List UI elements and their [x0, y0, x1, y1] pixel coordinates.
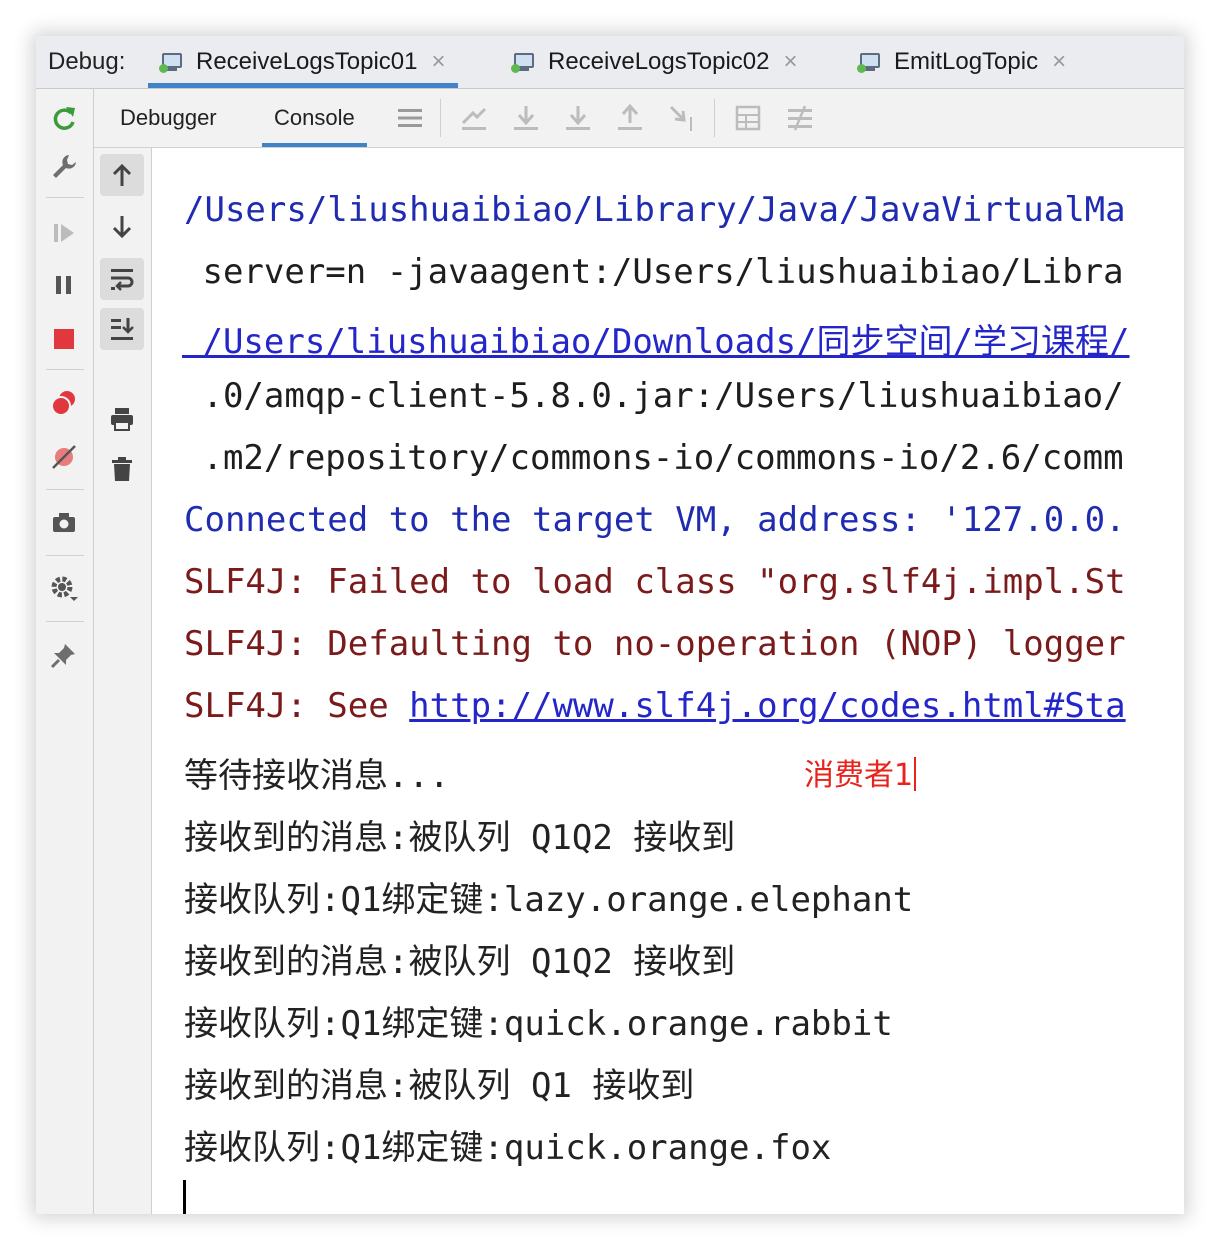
console-output[interactable]: /Users/liushuaibiao/Library/Java/JavaVir… [152, 148, 1184, 1214]
console-toolbar [94, 148, 152, 1214]
debug-label: Debug: [48, 48, 126, 75]
tab-label: ReceiveLogsTopic02 [548, 48, 770, 75]
console-error-line: SLF4J: Failed to load class "org.slf4j.i… [184, 562, 1126, 602]
debug-action-toolbar [36, 89, 94, 1214]
rerun-icon[interactable] [48, 103, 80, 135]
consumer-annotation-text: 消费者1 [804, 758, 914, 793]
scroll-down-icon[interactable] [100, 206, 144, 248]
tab-receivelogstopic01[interactable]: ReceiveLogsTopic01 × [148, 36, 458, 88]
close-icon[interactable]: × [431, 48, 445, 76]
pin-icon[interactable] [48, 639, 80, 671]
mute-breakpoints-icon[interactable] [48, 441, 80, 473]
run-config-icon [511, 51, 538, 73]
tab-console[interactable]: Console [262, 89, 367, 147]
resume-icon[interactable] [48, 217, 80, 249]
console-error-line: SLF4J: Defaulting to no-operation (NOP) … [184, 624, 1126, 664]
console-line: 接收到的消息:被队列 Q1Q2 接收到 [184, 818, 736, 858]
print-icon[interactable] [100, 398, 144, 440]
scroll-up-icon[interactable] [100, 154, 144, 196]
step-into-icon[interactable] [562, 102, 594, 134]
run-config-icon [857, 51, 884, 73]
console-line: .m2/repository/commons-io/commons-io/2.6… [182, 438, 1124, 478]
wrench-icon[interactable] [48, 151, 80, 183]
debug-window: Debug: ReceiveLogsTopic01 × ReceiveLogsT… [36, 36, 1184, 1214]
run-to-cursor-icon[interactable] [666, 102, 698, 134]
soft-wrap-icon[interactable] [100, 258, 144, 300]
pause-icon[interactable] [48, 269, 80, 301]
evaluate-expression-icon[interactable] [732, 102, 764, 134]
classpath-link[interactable]: /Users/liushuaibiao/Downloads/同步空间/学习课程/ [182, 314, 1129, 363]
trash-icon[interactable] [100, 448, 144, 490]
console-line: 接收到的消息:被队列 Q1Q2 接收到 [184, 942, 736, 982]
tab-label: ReceiveLogsTopic01 [196, 48, 418, 75]
debug-subtab-bar: Debugger Console [94, 89, 1184, 148]
console-line: 等待接收消息... [184, 756, 450, 796]
slf4j-see-text: SLF4J: See [184, 686, 410, 726]
console-line: server=n -javaagent:/Users/liushuaibiao/… [182, 252, 1124, 292]
settings-gear-icon[interactable] [48, 573, 80, 605]
step-out-icon[interactable] [614, 102, 646, 134]
show-execution-point-icon[interactable] [458, 102, 490, 134]
console-line: .0/amqp-client-5.8.0.jar:/Users/liushuai… [182, 376, 1124, 416]
consumer-annotation: 消费者1 [804, 750, 917, 794]
view-breakpoints-icon[interactable] [48, 387, 80, 419]
console-line: 接收队列:Q1绑定键:lazy.orange.elephant [184, 880, 914, 920]
slf4j-codes-link[interactable]: http://www.slf4j.org/codes.html#Sta [409, 686, 1125, 726]
text-caret [183, 1180, 186, 1214]
stop-icon[interactable] [48, 323, 80, 355]
tab-emitlogtopic[interactable]: EmitLogTopic × [857, 36, 1066, 88]
console-line: 接收队列:Q1绑定键:quick.orange.rabbit [184, 1004, 893, 1044]
console-line: 接收到的消息:被队列 Q1 接收到 [184, 1066, 695, 1106]
debug-tab-bar: Debug: ReceiveLogsTopic01 × ReceiveLogsT… [36, 36, 1184, 89]
console-line: Connected to the target VM, address: '12… [184, 500, 1126, 540]
console-line: 接收队列:Q1绑定键:quick.orange.fox [184, 1128, 832, 1168]
console-error-line: SLF4J: See http://www.slf4j.org/codes.ht… [184, 686, 1126, 726]
tab-debugger[interactable]: Debugger [120, 89, 217, 147]
run-config-icon [159, 51, 186, 73]
console-line: /Users/liushuaibiao/Library/Java/JavaVir… [184, 190, 1126, 230]
menu-icon[interactable] [394, 102, 426, 134]
step-over-icon[interactable] [510, 102, 542, 134]
scroll-to-end-icon[interactable] [100, 308, 144, 350]
trace-current-stream-icon[interactable] [784, 102, 816, 134]
tab-label: EmitLogTopic [894, 48, 1039, 75]
close-icon[interactable]: × [783, 48, 797, 76]
tab-receivelogstopic02[interactable]: ReceiveLogsTopic02 × [511, 36, 798, 88]
camera-icon[interactable] [48, 507, 80, 539]
close-icon[interactable]: × [1052, 48, 1066, 76]
